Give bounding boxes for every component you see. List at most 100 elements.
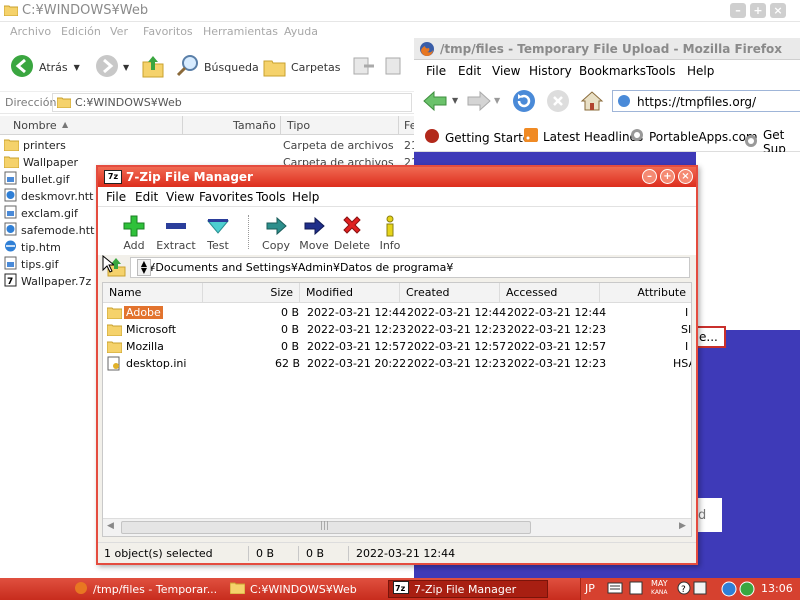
move-to-button[interactable] — [352, 52, 376, 82]
column-type[interactable]: Tipo — [287, 119, 310, 132]
table-row[interactable]: desktop.ini 62 B 2022-03-21 20:22 2022-0… — [103, 355, 691, 372]
language-indicator[interactable]: JP — [585, 582, 595, 595]
forward-button[interactable]: ▼ — [95, 52, 129, 82]
folder-icon — [3, 138, 20, 154]
maximize-button[interactable]: + — [750, 3, 766, 18]
ime-mode-kana[interactable]: KANA — [651, 589, 668, 596]
table-row[interactable]: Microsoft 0 B 2022-03-21 12:23 2022-03-2… — [103, 321, 691, 338]
security-shield-icon[interactable] — [721, 581, 737, 600]
menu-favorites[interactable]: Favorites — [199, 190, 253, 204]
test-button[interactable]: Test — [196, 215, 240, 252]
chevron-down-icon[interactable]: ▼ — [452, 96, 458, 105]
column-accessed[interactable]: Accessed — [500, 283, 600, 303]
list-item[interactable]: tip.htm — [4, 239, 61, 256]
list-item[interactable]: Wallpaper — [3, 154, 78, 171]
list-item[interactable]: bullet.gif — [4, 171, 70, 188]
list-item[interactable]: exclam.gif — [4, 205, 78, 222]
menu-help[interactable]: Help — [687, 64, 714, 78]
scroll-left-icon[interactable]: ◀ — [107, 521, 114, 531]
menu-edit[interactable]: Edit — [135, 190, 158, 204]
column-divider[interactable] — [182, 116, 183, 135]
extract-button[interactable]: Extract — [154, 215, 198, 252]
list-item[interactable]: safemode.htt — [4, 222, 94, 239]
bookmark-portableapps[interactable]: PortableApps.com — [630, 128, 758, 145]
copy-to-button[interactable] — [384, 52, 408, 82]
row-modified: 2022-03-21 12:57 — [307, 340, 407, 353]
forward-arrow-icon[interactable] — [466, 90, 492, 115]
menu-history[interactable]: History — [529, 64, 572, 78]
bookmark-getting-started[interactable]: Getting Started — [424, 128, 538, 147]
address-field[interactable]: C:¥WINDOWS¥Web — [52, 93, 412, 112]
path-field[interactable]: C:¥Documents and Settings¥Admin¥Datos de… — [130, 257, 690, 278]
network-icon[interactable] — [739, 581, 755, 600]
column-name[interactable]: Name — [103, 283, 203, 303]
menu-edit[interactable]: Edit — [458, 64, 481, 78]
menu-tools[interactable]: Tools — [256, 190, 286, 204]
menu-tools[interactable]: Tools — [646, 64, 676, 78]
menu-view[interactable]: View — [492, 64, 520, 78]
up-folder-button[interactable] — [142, 52, 164, 82]
column-divider[interactable] — [280, 116, 281, 135]
help-icon[interactable]: ? — [677, 581, 691, 598]
menu-bookmarks[interactable]: Bookmarks — [579, 64, 646, 78]
task-explorer[interactable]: C:¥WINDOWS¥Web — [226, 580, 382, 598]
column-attributes[interactable]: Attribute — [600, 283, 691, 303]
menu-ver[interactable]: Ver — [110, 25, 128, 38]
explorer-titlebar[interactable]: C:¥WINDOWS¥Web – + × — [0, 0, 800, 22]
task-firefox[interactable]: /tmp/files - Temporar... — [70, 580, 220, 598]
menu-file[interactable]: File — [426, 64, 446, 78]
menu-archivo[interactable]: Archivo — [10, 25, 51, 38]
close-button[interactable]: × — [770, 3, 786, 18]
task-7zip[interactable]: 7z 7-Zip File Manager — [388, 580, 548, 598]
list-item[interactable]: tips.gif — [4, 256, 59, 273]
column-created[interactable]: Created — [400, 283, 500, 303]
info-button[interactable]: Info — [368, 215, 412, 252]
options-icon[interactable] — [693, 581, 707, 598]
horizontal-scrollbar[interactable]: ◀ ||| ▶ — [103, 518, 691, 536]
folders-button[interactable]: Carpetas — [263, 52, 340, 82]
scroll-right-icon[interactable]: ▶ — [679, 521, 686, 531]
back-arrow-icon[interactable] — [422, 90, 448, 115]
column-name[interactable]: Nombre — [13, 119, 57, 132]
add-button[interactable]: Add — [112, 215, 156, 252]
keyboard-icon[interactable] — [607, 581, 623, 598]
menu-favoritos[interactable]: Favoritos — [143, 25, 193, 38]
minimize-button[interactable]: – — [730, 3, 746, 18]
minimize-button[interactable]: – — [642, 169, 657, 184]
home-icon[interactable] — [580, 89, 604, 116]
search-button[interactable]: Búsqueda — [176, 52, 259, 82]
upload-button[interactable]: e... — [694, 326, 726, 348]
table-row[interactable]: Adobe 0 B 2022-03-21 12:44 2022-03-21 12… — [103, 304, 691, 321]
menu-file[interactable]: File — [106, 190, 126, 204]
7zip-titlebar[interactable]: 7z 7-Zip File Manager – + × — [98, 167, 696, 187]
column-modified[interactable]: Modified — [300, 283, 400, 303]
reload-icon[interactable] — [512, 89, 536, 116]
firefox-titlebar[interactable]: /tmp/files - Temporary File Upload - Moz… — [414, 38, 800, 60]
scrollbar-thumb[interactable]: ||| — [121, 521, 531, 534]
column-size[interactable]: Size — [203, 283, 300, 303]
list-item[interactable]: 7 Wallpaper.7z — [4, 273, 91, 290]
menu-ayuda[interactable]: Ayuda — [284, 25, 318, 38]
list-item[interactable]: printers — [3, 137, 66, 154]
chevron-down-icon[interactable]: ▼ — [494, 96, 500, 105]
menu-view[interactable]: View — [166, 190, 194, 204]
bookmark-latest-headlines[interactable]: Latest Headlines — [524, 128, 643, 145]
stop-icon[interactable] — [546, 89, 570, 116]
menu-edicion[interactable]: Edición — [61, 25, 101, 38]
list-item[interactable]: deskmovr.htt — [4, 188, 93, 205]
maximize-button[interactable]: + — [660, 169, 675, 184]
column-size[interactable]: Tamaño — [233, 119, 276, 132]
table-row[interactable]: Mozilla 0 B 2022-03-21 12:57 2022-03-21 … — [103, 338, 691, 355]
ime-mode[interactable]: MAY — [651, 579, 668, 588]
url-field[interactable]: https://tmpfiles.org/ — [612, 90, 800, 112]
ime-icon[interactable] — [629, 581, 643, 598]
back-button[interactable]: Atrás ▼ — [10, 52, 80, 82]
close-button[interactable]: × — [678, 169, 693, 184]
file-name: Wallpaper.7z — [21, 275, 92, 288]
menu-herramientas[interactable]: Herramientas — [203, 25, 278, 38]
column-divider[interactable] — [398, 116, 399, 135]
row-size: 0 B — [281, 306, 300, 319]
menu-help[interactable]: Help — [292, 190, 319, 204]
path-dropdown-button[interactable]: ▲ ▼ — [137, 259, 151, 276]
7zip-logo-icon: 7z — [104, 170, 122, 184]
